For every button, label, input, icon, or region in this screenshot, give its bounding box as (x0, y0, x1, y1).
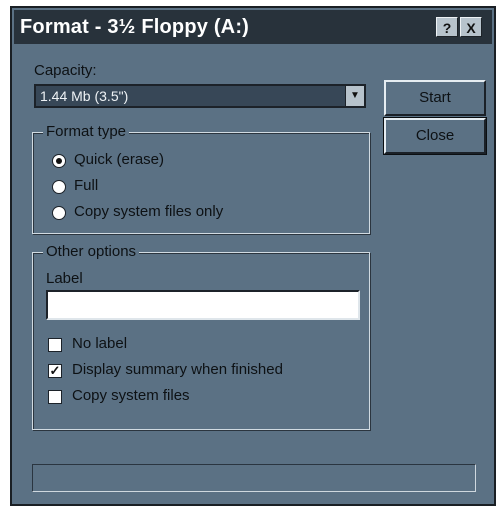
checkbox-label-copy-system-files[interactable]: Copy system files (72, 387, 190, 404)
other-options-legend: Other options (43, 243, 140, 260)
checkbox-label-display-summary[interactable]: Display summary when finished (72, 361, 283, 378)
title-bar[interactable]: Format - 3½ Floppy (A:) ? X (14, 10, 492, 44)
capacity-selected-value: 1.44 Mb (3.5") (40, 88, 129, 104)
help-button[interactable]: ? (436, 17, 458, 37)
label-field-label: Label (46, 270, 83, 287)
checkbox-display-summary[interactable]: ✓ (48, 364, 62, 378)
radio-label-full[interactable]: Full (74, 177, 98, 194)
checkbox-label-no-label[interactable]: No label (72, 335, 127, 352)
radio-full[interactable] (52, 180, 66, 194)
format-type-legend: Format type (43, 123, 130, 140)
capacity-dropdown[interactable]: 1.44 Mb (3.5") ▼ (34, 84, 366, 108)
radio-copy-system-files-only[interactable] (52, 206, 66, 220)
radio-label-copy-system-files-only[interactable]: Copy system files only (74, 203, 223, 220)
start-button[interactable]: Start (384, 80, 486, 116)
progress-bar (32, 464, 476, 492)
checkbox-copy-system-files[interactable] (48, 390, 62, 404)
radio-quick-erase[interactable] (52, 154, 66, 168)
checkbox-no-label[interactable] (48, 338, 62, 352)
window-title: Format - 3½ Floppy (A:) (20, 16, 250, 38)
capacity-label: Capacity: (34, 62, 97, 79)
format-dialog: Format - 3½ Floppy (A:) ? X Capacity: 1.… (10, 6, 496, 506)
radio-label-quick-erase[interactable]: Quick (erase) (74, 151, 164, 168)
label-input[interactable] (46, 290, 360, 320)
chevron-down-icon[interactable]: ▼ (345, 86, 364, 106)
close-window-button[interactable]: X (460, 17, 482, 37)
radio-selected-dot (56, 158, 62, 164)
close-button[interactable]: Close (383, 117, 487, 155)
